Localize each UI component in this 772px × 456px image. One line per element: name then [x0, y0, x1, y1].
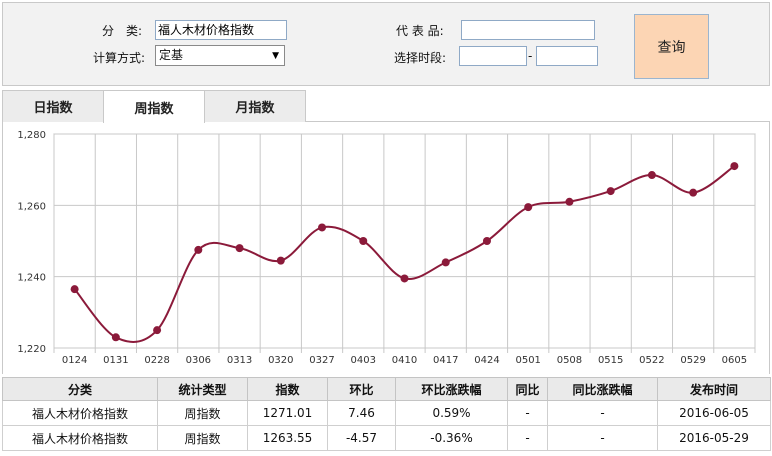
cell-publish-date: 2016-05-29: [657, 425, 771, 451]
cell-yoy: -: [507, 400, 548, 426]
tab-monthly-index[interactable]: 月指数: [204, 90, 306, 122]
data-point: [606, 187, 615, 196]
y-tick-label: 1,220: [17, 344, 46, 355]
plot-area: [53, 133, 756, 349]
col-header-index: 指数: [247, 377, 328, 401]
y-tick-label: 1,280: [17, 130, 46, 141]
x-tick-label: 0501: [515, 355, 540, 366]
col-header-publish-date: 发布时间: [657, 377, 771, 401]
index-tab-bar: 日指数 周指数 月指数: [2, 90, 770, 123]
index-line-chart: 1,220 1,240 1,260 1,280 0124 0131 0228 0306 0313…: [2, 122, 770, 374]
y-tick-label: 1,260: [17, 201, 46, 212]
data-point: [359, 237, 368, 245]
x-tick-label: 0306: [186, 355, 211, 366]
x-tick-label: 0124: [62, 355, 87, 366]
x-tick-label: 0424: [474, 355, 499, 366]
col-header-yoy: 同比: [507, 377, 548, 401]
data-point: [441, 258, 450, 267]
calc-method-label: 计算方式:: [93, 51, 146, 65]
product-label: 代 表 品:: [396, 24, 444, 38]
x-tick-label: 0508: [557, 355, 582, 366]
cell-mom-pct: 0.59%: [395, 400, 508, 426]
data-point: [400, 274, 409, 283]
x-tick-label: 0320: [268, 355, 293, 366]
cell-category: 福人木材价格指数: [2, 425, 158, 451]
cell-publish-date: 2016-06-05: [657, 400, 771, 426]
chart-svg: 1,220 1,240 1,260 1,280 0124 0131 0228 0306 0313…: [17, 130, 756, 366]
data-point: [565, 197, 574, 206]
cell-yoy: -: [507, 425, 548, 451]
category-label: 分 类:: [102, 24, 143, 38]
data-point: [482, 237, 491, 245]
date-to-input[interactable]: [536, 46, 598, 66]
col-header-category: 分类: [2, 377, 158, 401]
x-tick-label: 0327: [309, 355, 334, 366]
data-point: [235, 244, 244, 253]
period-label: 选择时段:: [394, 51, 447, 65]
cell-index: 1263.55: [247, 425, 328, 451]
x-tick-label: 0522: [639, 355, 664, 366]
x-tick-label: 0417: [433, 355, 458, 366]
x-tick-label: 0410: [392, 355, 417, 366]
query-panel: 分 类: 福人木材价格指数 计算方式: 定基 ▼ 代 表 品: 选择时段: - …: [2, 2, 770, 86]
data-point: [524, 203, 533, 212]
table-header-row: 分类 统计类型 指数 环比 环比涨跌幅 同比 同比涨跌幅 发布时间: [2, 377, 771, 401]
tab-weekly-index[interactable]: 周指数: [103, 90, 205, 123]
y-tick-label: 1,240: [17, 273, 46, 284]
data-point: [194, 245, 203, 254]
cell-stat-type: 周指数: [157, 400, 248, 426]
index-data-table: 分类 统计类型 指数 环比 环比涨跌幅 同比 同比涨跌幅 发布时间 福人木材价格…: [2, 377, 771, 451]
cell-yoy-pct: -: [547, 400, 658, 426]
cell-stat-type: 周指数: [157, 425, 248, 451]
x-tick-label: 0515: [598, 355, 623, 366]
chevron-down-icon: ▼: [272, 51, 279, 61]
product-input[interactable]: [461, 20, 595, 40]
table-row: 福人木材价格指数 周指数 1271.01 7.46 0.59% - - 2016…: [2, 400, 771, 426]
cell-yoy-pct: -: [547, 425, 658, 451]
category-input[interactable]: 福人木材价格指数: [155, 20, 287, 40]
data-point: [111, 333, 120, 342]
date-separator: -: [528, 49, 533, 63]
cell-category: 福人木材价格指数: [2, 400, 158, 426]
cell-index: 1271.01: [247, 400, 328, 426]
date-from-input[interactable]: [459, 46, 527, 66]
calc-method-value: 定基: [159, 48, 184, 62]
col-header-stat-type: 统计类型: [157, 377, 248, 401]
data-point: [689, 188, 698, 197]
table-row: 福人木材价格指数 周指数 1263.55 -4.57 -0.36% - - 20…: [2, 425, 771, 451]
cell-mom: 7.46: [327, 400, 396, 426]
x-tick-label: 0605: [722, 355, 747, 366]
x-tick-label: 0529: [680, 355, 705, 366]
data-point: [70, 285, 79, 294]
col-header-yoy-pct: 同比涨跌幅: [547, 377, 658, 401]
x-tick-label: 0403: [351, 355, 376, 366]
data-point: [318, 223, 327, 232]
tab-daily-index[interactable]: 日指数: [2, 90, 104, 122]
data-point: [276, 256, 285, 265]
x-tick-label: 0313: [227, 355, 252, 366]
col-header-mom: 环比: [327, 377, 396, 401]
x-tick-label: 0228: [144, 355, 169, 366]
x-tick-label: 0131: [103, 355, 128, 366]
cell-mom: -4.57: [327, 425, 396, 451]
data-point: [730, 162, 739, 171]
data-point: [647, 171, 656, 180]
calc-method-select[interactable]: 定基 ▼: [155, 45, 285, 66]
cell-mom-pct: -0.36%: [395, 425, 508, 451]
query-button[interactable]: 查询: [634, 14, 709, 79]
data-point: [153, 326, 162, 335]
col-header-mom-pct: 环比涨跌幅: [395, 377, 508, 401]
